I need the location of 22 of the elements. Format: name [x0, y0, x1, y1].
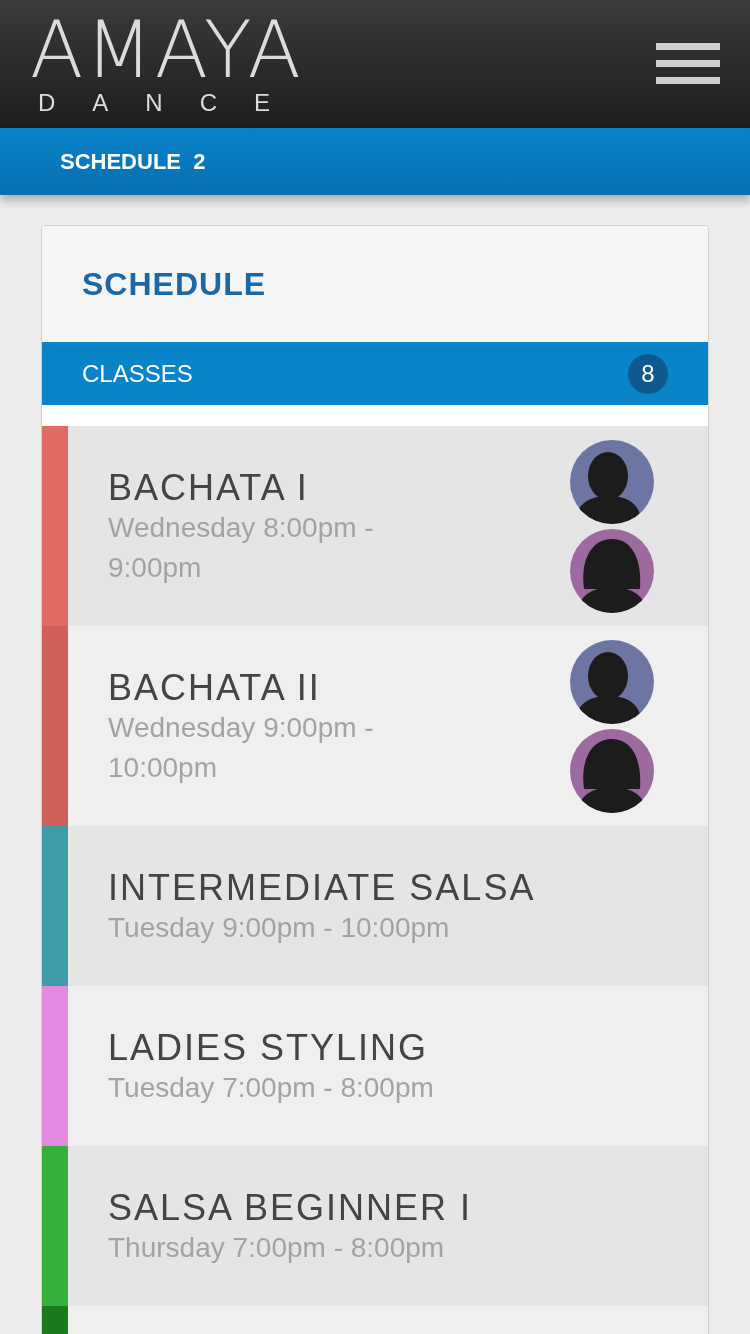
class-time: Wednesday 9:00pm - 10:00pm	[108, 711, 375, 785]
class-row[interactable]: SALSA BEGINNER I Thursday 7:00pm - 8:00pm	[42, 1146, 708, 1306]
logo-subtitle: DANCE	[37, 89, 307, 117]
menu-icon[interactable]	[656, 43, 720, 85]
card-title: SCHEDULE	[82, 265, 266, 304]
class-name: SALSA BEGINNER I	[108, 1188, 474, 1228]
class-row[interactable]: BACHATA II Wednesday 9:00pm - 10:00pm	[42, 626, 708, 826]
count-badge: 8	[628, 353, 668, 394]
classes-label: CLASSES	[82, 358, 193, 389]
class-name: BACHATA II	[108, 668, 322, 708]
class-time: Tuesday 9:00pm - 10:00pm	[108, 911, 451, 945]
class-name: LADIES STYLING	[108, 1028, 430, 1068]
class-row[interactable]: BACHATA I Wednesday 8:00pm - 9:00pm	[42, 426, 708, 626]
class-name: BACHATA I	[108, 468, 310, 508]
class-name: INTERMEDIATE SALSA	[108, 868, 537, 908]
breadcrumb-text[interactable]: SCHEDULE 2	[60, 145, 206, 178]
logo-title: AMAYA	[30, 11, 303, 89]
class-time: Thursday 7:00pm - 8:00pm	[108, 1231, 446, 1265]
class-row[interactable]: LADIES STYLING Tuesday 7:00pm - 8:00pm	[42, 986, 708, 1146]
class-time: Wednesday 8:00pm - 9:00pm	[108, 511, 375, 585]
class-row[interactable]: INTERMEDIATE SALSA Tuesday 9:00pm - 10:00pm	[42, 826, 708, 986]
class-time: Tuesday 7:00pm - 8:00pm	[108, 1071, 435, 1105]
